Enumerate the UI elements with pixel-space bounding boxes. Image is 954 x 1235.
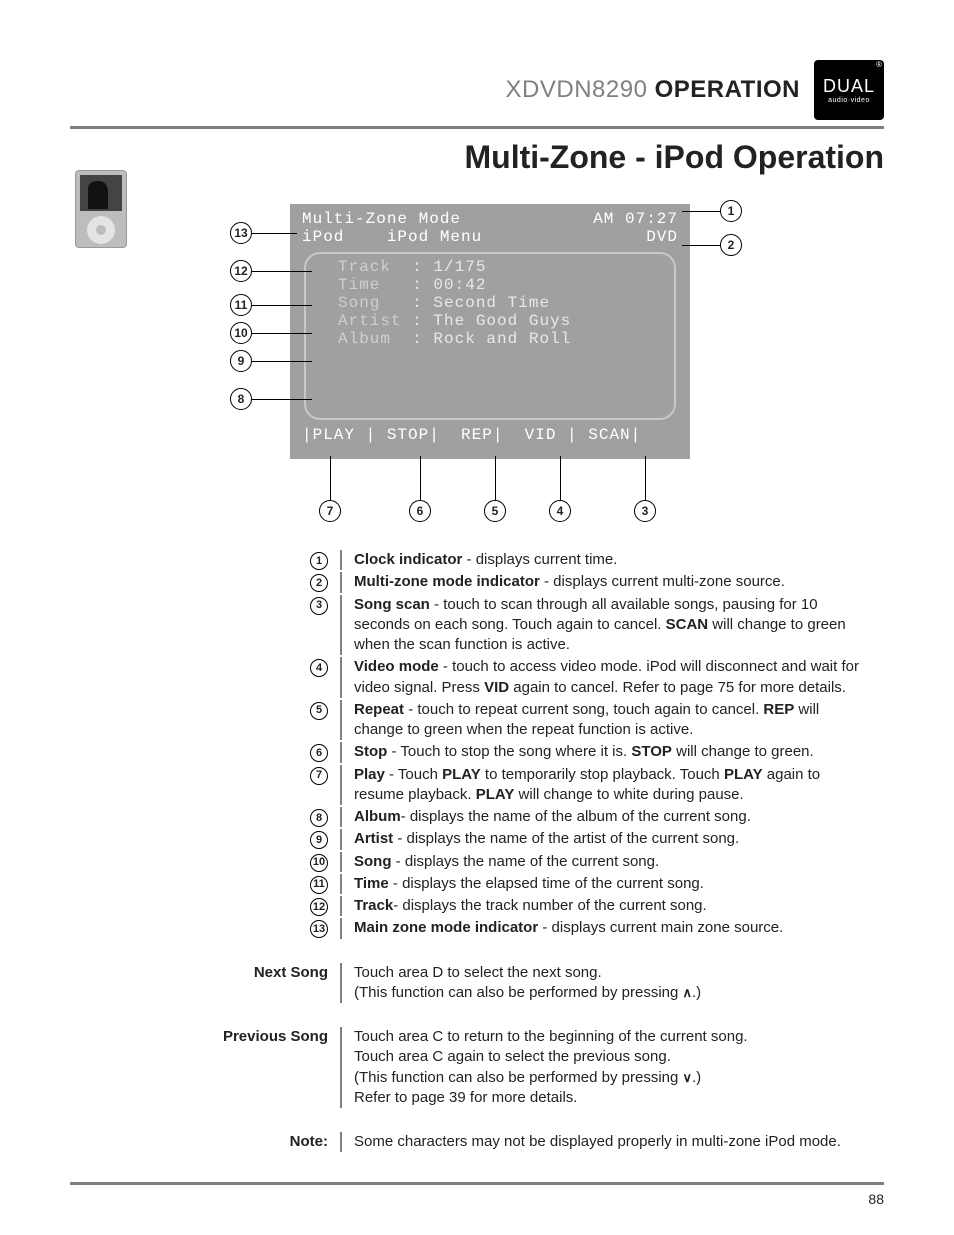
legend-row: 10 Song - displays the name of the curren… [220,852,864,872]
callout-4: 4 [549,500,571,522]
prev-song-line4: Refer to page 39 for more details. [354,1088,864,1108]
device-screen: Multi-Zone Mode AM 07:27 iPod iPod Menu … [290,204,690,459]
time-value: 00:42 [433,276,486,294]
legend-row: 13 Main zone mode indicator - displays cu… [220,918,864,938]
legend-number: 12 [310,898,328,916]
artist-value: The Good Guys [433,312,571,330]
legend-text: Repeat - touch to repeat current song, t… [354,700,864,741]
logo-brand: DUAL [823,76,875,97]
legend-number: 4 [310,659,328,677]
legend-number: 7 [310,767,328,785]
callout-1: 1 [720,200,742,222]
page-number: 88 [868,1191,884,1207]
legend-number: 5 [310,702,328,720]
model-number: XDVDN8290 [506,76,648,103]
legend-row: 12 Track- displays the track number of th… [220,896,864,916]
legend-row: 9 Artist - displays the name of the artis… [220,829,864,849]
note-section: Note: Some characters may not be display… [220,1132,864,1152]
callout-11: 11 [230,294,252,316]
next-song-line1: Touch area D to select the next song. [354,963,864,983]
legend-text: Song - displays the name of the current … [354,852,864,872]
up-caret-icon: ∧ [683,985,693,1000]
prev-song-label: Previous Song [220,1027,340,1108]
legend-text: Stop - Touch to stop the song where it i… [354,742,864,762]
legend-row: 3 Song scan - touch to scan through all a… [220,595,864,656]
callout-13: 13 [230,222,252,244]
note-label: Note: [220,1132,340,1152]
track-label: Track [338,258,391,276]
header-rule [70,126,884,129]
note-text: Some characters may not be displayed pro… [354,1132,864,1152]
callout-9: 9 [230,350,252,372]
next-song-label: Next Song [220,963,340,1004]
time-label: Time [338,276,380,294]
legend-number: 6 [310,744,328,762]
legend-row: 8 Album- displays the name of the album o… [220,807,864,827]
callout-12: 12 [230,260,252,282]
screen-zone-left: iPod [302,228,344,246]
legend-text: Track- displays the track number of the … [354,896,864,916]
callout-3: 3 [634,500,656,522]
legend-row: 5 Repeat - touch to repeat current song, … [220,700,864,741]
legend-number: 9 [310,831,328,849]
next-song-section: Next Song Touch area D to select the nex… [220,963,864,1004]
legend-row: 1 Clock indicator - displays current time… [220,550,864,570]
legend-text: Album- displays the name of the album of… [354,807,864,827]
legend-row: 4 Video mode - touch to access video mode… [220,657,864,698]
legend-number: 1 [310,552,328,570]
callout-10: 10 [230,322,252,344]
legend-text: Clock indicator - displays current time. [354,550,864,570]
brand-logo: ® DUAL audio·video [814,60,884,120]
legend-text: Video mode - touch to access video mode.… [354,657,864,698]
prev-song-line3: (This function can also be performed by … [354,1068,864,1088]
prev-song-section: Previous Song Touch area C to return to … [220,1027,864,1108]
operation-label: OPERATION [655,76,800,103]
legend-text: Main zone mode indicator - displays curr… [354,918,864,938]
screen-zone-right: DVD [646,228,678,246]
legend-text: Multi-zone mode indicator - displays cur… [354,572,864,592]
screen-diagram: Multi-Zone Mode AM 07:27 iPod iPod Menu … [230,194,750,534]
ipod-icon [75,170,127,248]
legend-row: 11 Time - displays the elapsed time of th… [220,874,864,894]
section-title: Multi-Zone - iPod Operation [70,139,884,176]
callout-7: 7 [319,500,341,522]
prev-song-line2: Touch area C again to select the previou… [354,1047,864,1067]
legend-number: 2 [310,574,328,592]
legend-row: 7 Play - Touch PLAY to temporarily stop p… [220,765,864,806]
screen-clock: AM 07:27 [593,210,678,228]
legend-list: 1 Clock indicator - displays current time… [220,550,864,939]
screen-softkey-bar: |PLAY | STOP| REP| VID | SCAN| [302,426,678,444]
legend-text: Time - displays the elapsed time of the … [354,874,864,894]
track-value: 1/175 [433,258,486,276]
legend-text: Artist - displays the name of the artist… [354,829,864,849]
legend-number: 13 [310,920,328,938]
prev-song-line1: Touch area C to return to the beginning … [354,1027,864,1047]
callout-6: 6 [409,500,431,522]
footer-rule [70,1182,884,1185]
artist-label: Artist [338,312,402,330]
legend-text: Song scan - touch to scan through all av… [354,595,864,656]
screen-zone-mid: iPod Menu [387,228,482,246]
next-song-line2: (This function can also be performed by … [354,983,864,1003]
legend-number: 8 [310,809,328,827]
album-value: Rock and Roll [433,330,571,348]
legend-text: Play - Touch PLAY to temporarily stop pl… [354,765,864,806]
legend-row: 6 Stop - Touch to stop the song where it … [220,742,864,762]
screen-mode-title: Multi-Zone Mode [302,210,461,228]
logo-sub: audio·video [828,97,870,104]
callout-5: 5 [484,500,506,522]
page-header: XDVDN8290 OPERATION [506,76,800,104]
song-value: Second Time [433,294,550,312]
callout-8: 8 [230,388,252,410]
legend-number: 3 [310,597,328,615]
legend-number: 10 [310,854,328,872]
legend-row: 2 Multi-zone mode indicator - displays cu… [220,572,864,592]
album-label: Album [338,330,391,348]
song-label: Song [338,294,380,312]
callout-2: 2 [720,234,742,256]
legend-number: 11 [310,876,328,894]
down-caret-icon: ∨ [683,1070,693,1085]
